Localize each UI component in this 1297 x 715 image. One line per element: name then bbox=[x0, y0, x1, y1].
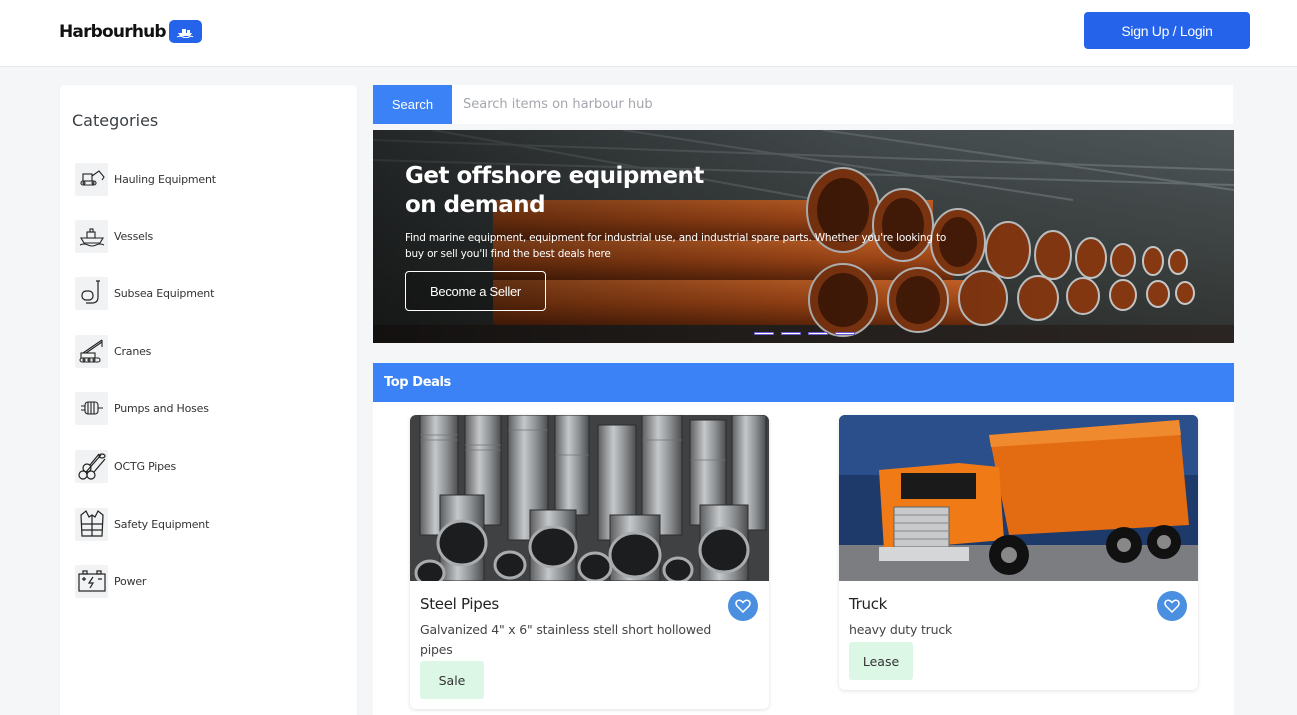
steel-pipes-image bbox=[410, 415, 769, 581]
snorkel-icon bbox=[75, 276, 108, 310]
carousel-dot[interactable] bbox=[808, 332, 828, 335]
category-label: Safety Equipment bbox=[114, 517, 210, 531]
banner-subtext: Find marine equipment, equipment for ind… bbox=[405, 232, 947, 260]
deal-description: heavy duty truck bbox=[849, 622, 953, 637]
top-header: Harbourhub Sign Up / Login bbox=[0, 0, 1297, 67]
excavator-icon bbox=[75, 162, 108, 196]
pump-icon bbox=[75, 391, 108, 425]
deal-card-steel-pipes[interactable]: Steel Pipes Galvanized 4" x 6" stainless… bbox=[410, 415, 769, 709]
category-hauling-equipment[interactable]: Hauling Equipment bbox=[75, 162, 216, 196]
safety-vest-icon bbox=[75, 507, 108, 541]
category-label: Vessels bbox=[114, 229, 154, 243]
category-label: Subsea Equipment bbox=[114, 286, 215, 300]
category-vessels[interactable]: Vessels bbox=[75, 219, 153, 253]
search-button[interactable]: Search bbox=[373, 85, 452, 124]
banner-heading: Get offshore equipment on demand bbox=[405, 163, 704, 218]
category-label: Pumps and Hoses bbox=[114, 401, 209, 415]
top-deals-title: Top Deals bbox=[373, 363, 1234, 402]
category-label: Hauling Equipment bbox=[114, 172, 216, 186]
carousel-dot[interactable] bbox=[754, 332, 774, 335]
deal-tag-sale: Sale bbox=[420, 661, 484, 699]
vessel-icon bbox=[75, 219, 108, 253]
battery-icon bbox=[75, 564, 108, 598]
categories-sidebar: Categories Hauling Equipment Vessels Sub… bbox=[60, 85, 357, 715]
truck-image bbox=[839, 415, 1198, 581]
harbourhub-logo[interactable]: Harbourhub bbox=[59, 20, 202, 43]
category-octg-pipes[interactable]: OCTG Pipes bbox=[75, 449, 176, 483]
deal-title: Truck bbox=[849, 595, 888, 613]
category-subsea-equipment[interactable]: Subsea Equipment bbox=[75, 276, 214, 310]
category-safety-equipment[interactable]: Safety Equipment bbox=[75, 507, 209, 541]
deal-card-truck[interactable]: Truck heavy duty truck Lease bbox=[839, 415, 1198, 690]
pipes-icon bbox=[75, 449, 108, 483]
carousel-dot[interactable] bbox=[781, 332, 801, 335]
category-label: Cranes bbox=[114, 344, 152, 358]
category-label: Power bbox=[114, 574, 147, 588]
top-deals-section: Top Deals Steel Pipes Galvanized 4" x 6"… bbox=[373, 363, 1234, 715]
deal-description: Galvanized 4" x 6" stainless stell short… bbox=[420, 622, 712, 657]
category-cranes[interactable]: Cranes bbox=[75, 334, 151, 368]
carousel-indicators bbox=[754, 332, 855, 335]
category-pumps-and-hoses[interactable]: Pumps and Hoses bbox=[75, 391, 209, 425]
deal-tag-lease: Lease bbox=[849, 642, 913, 680]
search-input[interactable] bbox=[452, 85, 1233, 124]
favorite-heart-icon[interactable] bbox=[728, 591, 758, 621]
signup-login-button[interactable]: Sign Up / Login bbox=[1084, 12, 1250, 49]
ship-icon bbox=[168, 20, 202, 43]
become-seller-button[interactable]: Become a Seller bbox=[405, 271, 546, 311]
crane-icon bbox=[75, 334, 108, 368]
hero-banner: Get offshore equipment on demand Find ma… bbox=[373, 130, 1234, 343]
logo-text: Harbourhub bbox=[59, 21, 167, 42]
category-power[interactable]: Power bbox=[75, 564, 146, 598]
categories-title: Categories bbox=[72, 111, 159, 130]
category-label: OCTG Pipes bbox=[114, 459, 177, 473]
deal-title: Steel Pipes bbox=[420, 595, 499, 613]
favorite-heart-icon[interactable] bbox=[1157, 591, 1187, 621]
carousel-dot[interactable] bbox=[835, 332, 855, 335]
